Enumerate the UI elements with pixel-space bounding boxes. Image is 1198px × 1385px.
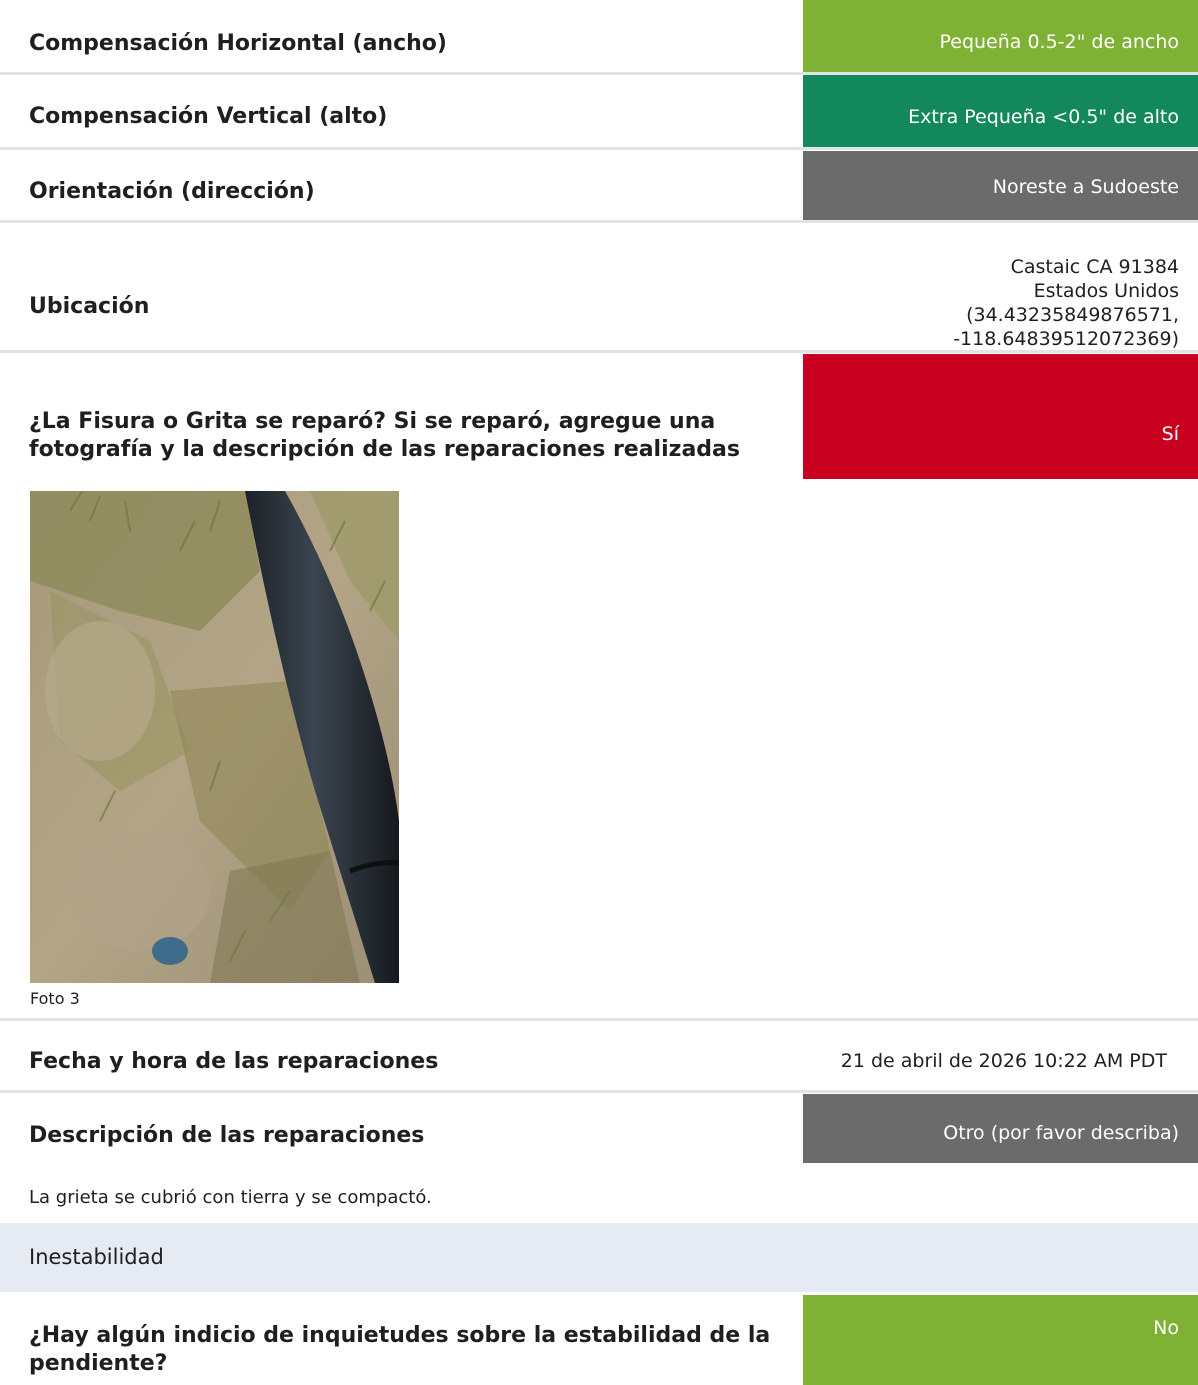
row-repair-datetime: Fecha y hora de las reparaciones 21 de a…	[0, 1021, 1198, 1091]
divider	[0, 1090, 1198, 1093]
row-horizontal-offset: Compensación Horizontal (ancho) Pequeña …	[0, 0, 1198, 72]
repaired-value: Sí	[803, 354, 1198, 479]
section-title: Inestabilidad	[29, 1245, 164, 1269]
row-location: Ubicación Castaic CA 91384 Estados Unido…	[0, 223, 1198, 350]
repair-photo[interactable]	[30, 491, 399, 983]
repair-datetime-label: Fecha y hora de las reparaciones	[29, 1049, 439, 1074]
location-line-2: Estados Unidos	[1033, 280, 1179, 302]
section-header	[0, 1223, 1198, 1292]
photo-caption: Foto 3	[30, 989, 80, 1008]
location-line-3: (34.43235849876571,	[966, 304, 1179, 326]
vertical-offset-value: Extra Pequeña <0.5" de alto	[803, 75, 1198, 149]
orientation-value: Noreste a Sudoeste	[803, 151, 1198, 221]
divider	[0, 350, 1198, 353]
stability-label: ¿Hay algún indicio de inquietudes sobre …	[29, 1322, 770, 1378]
repair-description-value: Otro (por favor describa)	[803, 1094, 1198, 1163]
repair-description-text: La grieta se cubrió con tierra y se comp…	[29, 1187, 432, 1208]
row-repair-description: Descripción de las reparaciones Otro (po…	[0, 1094, 1198, 1163]
repaired-label: ¿La Fisura o Grita se reparó? Si se repa…	[29, 408, 740, 464]
location-line-4: -118.64839512072369)	[953, 328, 1179, 350]
location-label: Ubicación	[29, 294, 150, 319]
repair-description-label: Descripción de las reparaciones	[29, 1123, 425, 1148]
row-orientation: Orientación (dirección) Noreste a Sudoes…	[0, 151, 1198, 221]
stability-value: No	[803, 1295, 1198, 1385]
location-line-1: Castaic CA 91384	[1010, 256, 1179, 278]
row-stability: ¿Hay algún indicio de inquietudes sobre …	[0, 1292, 1198, 1385]
repaired-label-line-1: ¿La Fisura o Grita se reparó? Si se repa…	[29, 409, 716, 434]
horizontal-offset-label: Compensación Horizontal (ancho)	[29, 31, 447, 56]
row-repaired: ¿La Fisura o Grita se reparó? Si se repa…	[0, 354, 1198, 479]
photo-image	[30, 491, 399, 983]
horizontal-offset-value: Pequeña 0.5-2" de ancho	[803, 0, 1198, 72]
repair-datetime-value: 21 de abril de 2026 10:22 AM PDT	[840, 1050, 1167, 1072]
repaired-label-line-2: fotografía y la descripción de las repar…	[29, 437, 740, 462]
orientation-label: Orientación (dirección)	[29, 179, 315, 204]
row-vertical-offset: Compensación Vertical (alto) Extra Peque…	[0, 75, 1198, 149]
stability-label-line-2: pendiente?	[29, 1351, 168, 1376]
location-value: Castaic CA 91384 Estados Unidos (34.4323…	[803, 255, 1198, 351]
divider	[0, 147, 1198, 150]
vertical-offset-label: Compensación Vertical (alto)	[29, 104, 388, 129]
stability-label-line-1: ¿Hay algún indicio de inquietudes sobre …	[29, 1323, 771, 1348]
